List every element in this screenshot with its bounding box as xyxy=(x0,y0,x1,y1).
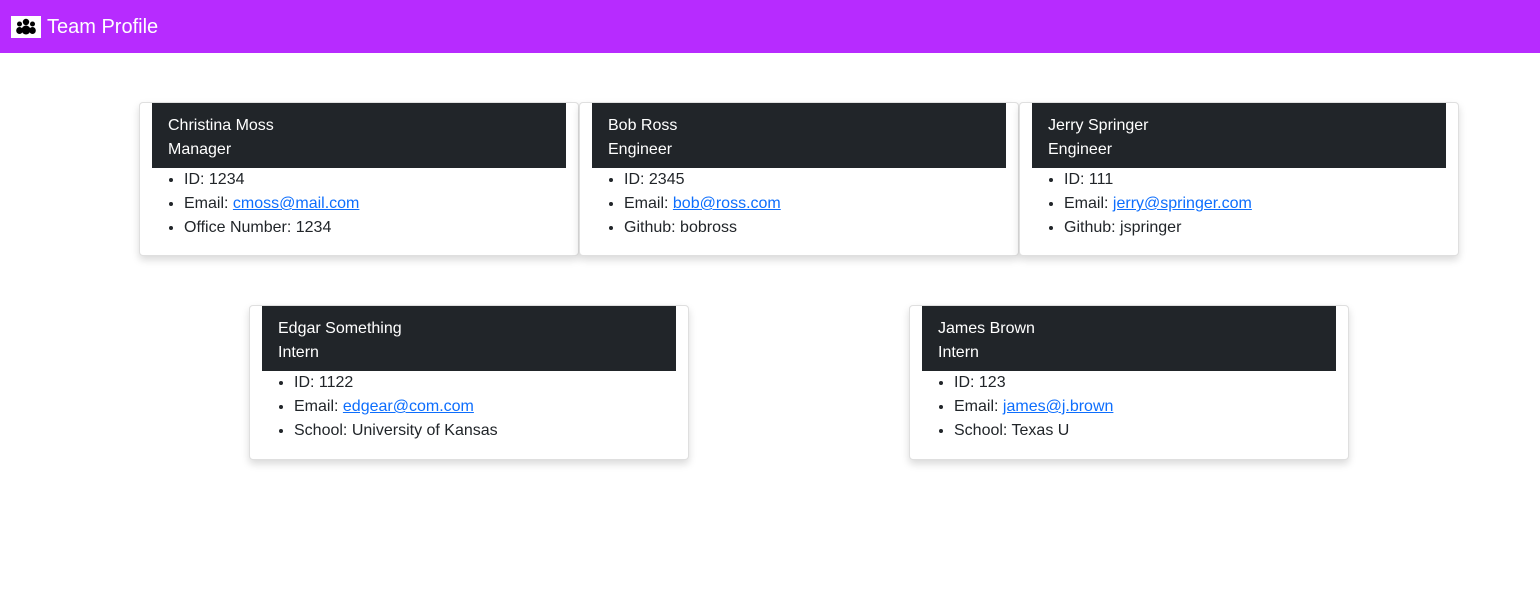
card-body: ID: 1234 Email: cmoss@mail.com Office Nu… xyxy=(140,168,578,240)
employee-card: Jerry Springer Engineer ID: 111 Email: j… xyxy=(1019,102,1459,256)
card-body: ID: 123 Email: james@j.brown School: Tex… xyxy=(910,371,1348,443)
employee-name: Bob Ross xyxy=(608,117,678,134)
employee-name: Edgar Something xyxy=(278,320,402,337)
employee-role: Intern xyxy=(278,344,319,361)
card-body: ID: 111 Email: jerry@springer.com Github… xyxy=(1020,168,1458,240)
employee-office-number: Office Number: 1234 xyxy=(184,216,578,240)
employee-id: ID: 1122 xyxy=(294,371,688,395)
employee-github: Github: jspringer xyxy=(1064,216,1458,240)
employee-details: ID: 123 Email: james@j.brown School: Tex… xyxy=(910,371,1348,443)
card-header: Christina Moss Manager xyxy=(152,103,566,168)
card-header: Jerry Springer Engineer xyxy=(1032,103,1446,168)
employee-name: Christina Moss xyxy=(168,117,274,134)
email-link[interactable]: jerry@springer.com xyxy=(1113,195,1252,212)
employee-card: Christina Moss Manager ID: 1234 Email: c… xyxy=(139,102,579,256)
navbar: Team Profile xyxy=(0,0,1540,53)
employee-details: ID: 1122 Email: edgear@com.com School: U… xyxy=(250,371,688,443)
employee-role: Engineer xyxy=(608,141,673,158)
card-body: ID: 1122 Email: edgear@com.com School: U… xyxy=(250,371,688,443)
employee-email: Email: james@j.brown xyxy=(954,395,1348,419)
employee-github: Github: bobross xyxy=(624,216,1018,240)
employee-role: Manager xyxy=(168,141,232,158)
employee-email: Email: bob@ross.com xyxy=(624,192,1018,216)
employee-details: ID: 1234 Email: cmoss@mail.com Office Nu… xyxy=(140,168,578,240)
page-title: Team Profile xyxy=(47,15,159,38)
email-link[interactable]: james@j.brown xyxy=(1003,398,1114,415)
card-body: ID: 2345 Email: bob@ross.com Github: bob… xyxy=(580,168,1018,240)
email-link[interactable]: bob@ross.com xyxy=(673,195,781,212)
employee-name: Jerry Springer xyxy=(1048,117,1149,134)
employee-id: ID: 1234 xyxy=(184,168,578,192)
employee-email: Email: edgear@com.com xyxy=(294,395,688,419)
email-link[interactable]: edgear@com.com xyxy=(343,398,474,415)
team-icon xyxy=(11,15,41,38)
employee-details: ID: 111 Email: jerry@springer.com Github… xyxy=(1020,168,1458,240)
employee-card: Bob Ross Engineer ID: 2345 Email: bob@ro… xyxy=(579,102,1019,256)
employee-card: Edgar Something Intern ID: 1122 Email: e… xyxy=(249,305,689,460)
employee-email: Email: cmoss@mail.com xyxy=(184,192,578,216)
email-link[interactable]: cmoss@mail.com xyxy=(233,195,359,212)
employee-id: ID: 2345 xyxy=(624,168,1018,192)
employee-name: James Brown xyxy=(938,320,1035,337)
employee-role: Engineer xyxy=(1048,141,1113,158)
employee-school: School: University of Kansas xyxy=(294,419,688,443)
card-header: James Brown Intern xyxy=(922,306,1336,371)
employee-id: ID: 123 xyxy=(954,371,1348,395)
card-header: Edgar Something Intern xyxy=(262,306,676,371)
employee-email: Email: jerry@springer.com xyxy=(1064,192,1458,216)
employee-school: School: Texas U xyxy=(954,419,1348,443)
card-header: Bob Ross Engineer xyxy=(592,103,1006,168)
employee-id: ID: 111 xyxy=(1064,168,1458,192)
employee-details: ID: 2345 Email: bob@ross.com Github: bob… xyxy=(580,168,1018,240)
employee-role: Intern xyxy=(938,344,979,361)
employee-card: James Brown Intern ID: 123 Email: james@… xyxy=(909,305,1349,460)
